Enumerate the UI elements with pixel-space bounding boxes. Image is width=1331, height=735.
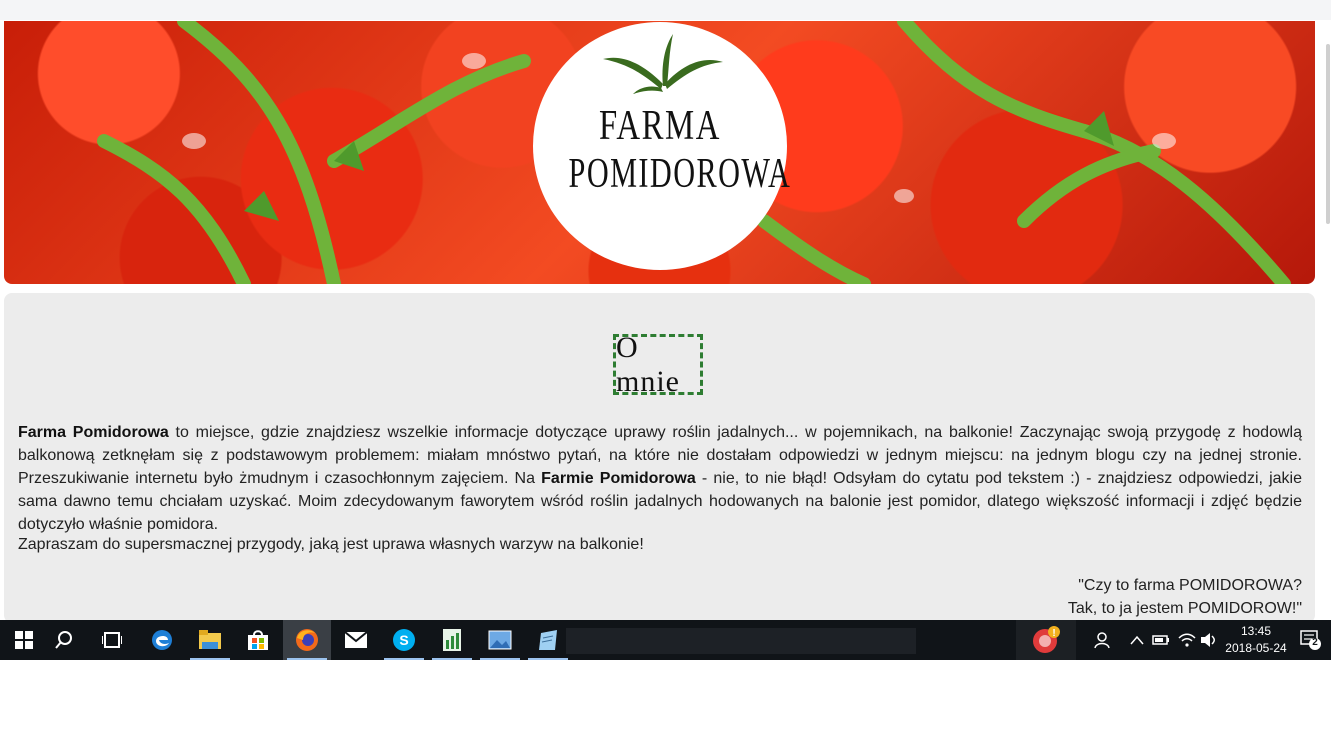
taskbar-photos[interactable] [476,620,524,660]
invitation-text: Zapraszam do supersmacznej przygody, jak… [18,536,644,553]
spreadsheet-icon [443,629,461,651]
tray-people[interactable] [1090,620,1116,660]
about-section: O mnie Farma Pomidorowa to miejsce, gdzi… [4,293,1315,623]
wifi-icon [1178,633,1196,647]
tray-network[interactable] [1176,620,1198,660]
taskbar-notepad[interactable] [524,620,572,660]
speaker-icon [1201,633,1215,647]
taskbar-empty-area [566,628,916,654]
search-button[interactable] [40,620,88,660]
taskbar-spreadsheet[interactable] [428,620,476,660]
logo-line-pomidorowa: POMIDOROWA [568,151,792,197]
tray-show-hidden[interactable] [1126,620,1148,660]
section-title-box: O mnie [613,331,703,398]
scrollbar-thumb[interactable] [1326,44,1330,224]
svg-text:!: ! [1052,628,1055,639]
security-alert-icon: ! [1033,626,1060,653]
running-indicator [287,658,327,660]
brand-name-alt: Farmie Pomidorowa [541,470,696,487]
tray-volume[interactable] [1198,620,1220,660]
system-clock[interactable]: 13:45 2018-05-24 [1222,623,1290,657]
logo-badge[interactable]: FARMA POMIDOROWA [533,22,792,270]
header-banner: FARMA POMIDOROWA [4,21,1315,284]
photos-icon [488,630,512,650]
tray-app-alert[interactable]: ! [1016,620,1076,660]
skype-icon: S [393,629,415,651]
running-indicator [432,658,472,660]
running-indicator [528,658,568,660]
running-indicator [384,658,424,660]
quote-block: "Czy to farma POMIDOROWA? Tak, to ja jes… [1068,574,1302,620]
quote-line-2: Tak, to ja jestem POMIDOROW!" [1067,600,1302,617]
tomato-leaf-icon [603,34,723,94]
notification-count: 2 [1312,637,1318,648]
quote-line-1: "Czy to farma POMIDOROWA? [1078,577,1302,594]
store-icon [248,630,268,650]
running-indicator [190,658,230,660]
taskbar-edge[interactable] [138,620,186,660]
clock-time: 13:45 [1240,624,1272,638]
battery-icon [1152,635,1169,645]
task-view-icon [102,632,122,648]
firefox-icon [296,629,318,651]
section-title: O mnie [616,330,680,398]
about-paragraph: Farma Pomidorowa to miejsce, gdzie znajd… [18,421,1302,536]
task-view-button[interactable] [88,620,136,660]
clock-date: 2018-05-24 [1225,641,1287,655]
tray-battery[interactable] [1150,620,1172,660]
taskbar-skype[interactable]: S [380,620,428,660]
notepad-icon [539,630,557,650]
taskbar: S ! 13:45 2018-05-24 2 [0,620,1331,660]
mail-icon [344,631,368,648]
taskbar-mail[interactable] [332,620,380,660]
browser-top-strip [0,0,1331,20]
start-icon [15,631,33,649]
file-explorer-icon [199,630,221,649]
edge-icon [152,630,172,650]
taskbar-store[interactable] [234,620,282,660]
logo-line-farma: FARMA [599,103,721,149]
svg-text:S: S [399,632,408,648]
people-icon [1094,632,1110,649]
running-indicator [480,658,520,660]
taskbar-firefox[interactable] [283,620,331,660]
search-icon [55,631,72,649]
taskbar-file-explorer[interactable] [186,620,234,660]
brand-name: Farma Pomidorowa [18,424,169,441]
page-scrollbar[interactable] [1325,20,1331,620]
action-center-button[interactable]: 2 [1300,629,1322,651]
chevron-up-icon [1130,635,1144,645]
